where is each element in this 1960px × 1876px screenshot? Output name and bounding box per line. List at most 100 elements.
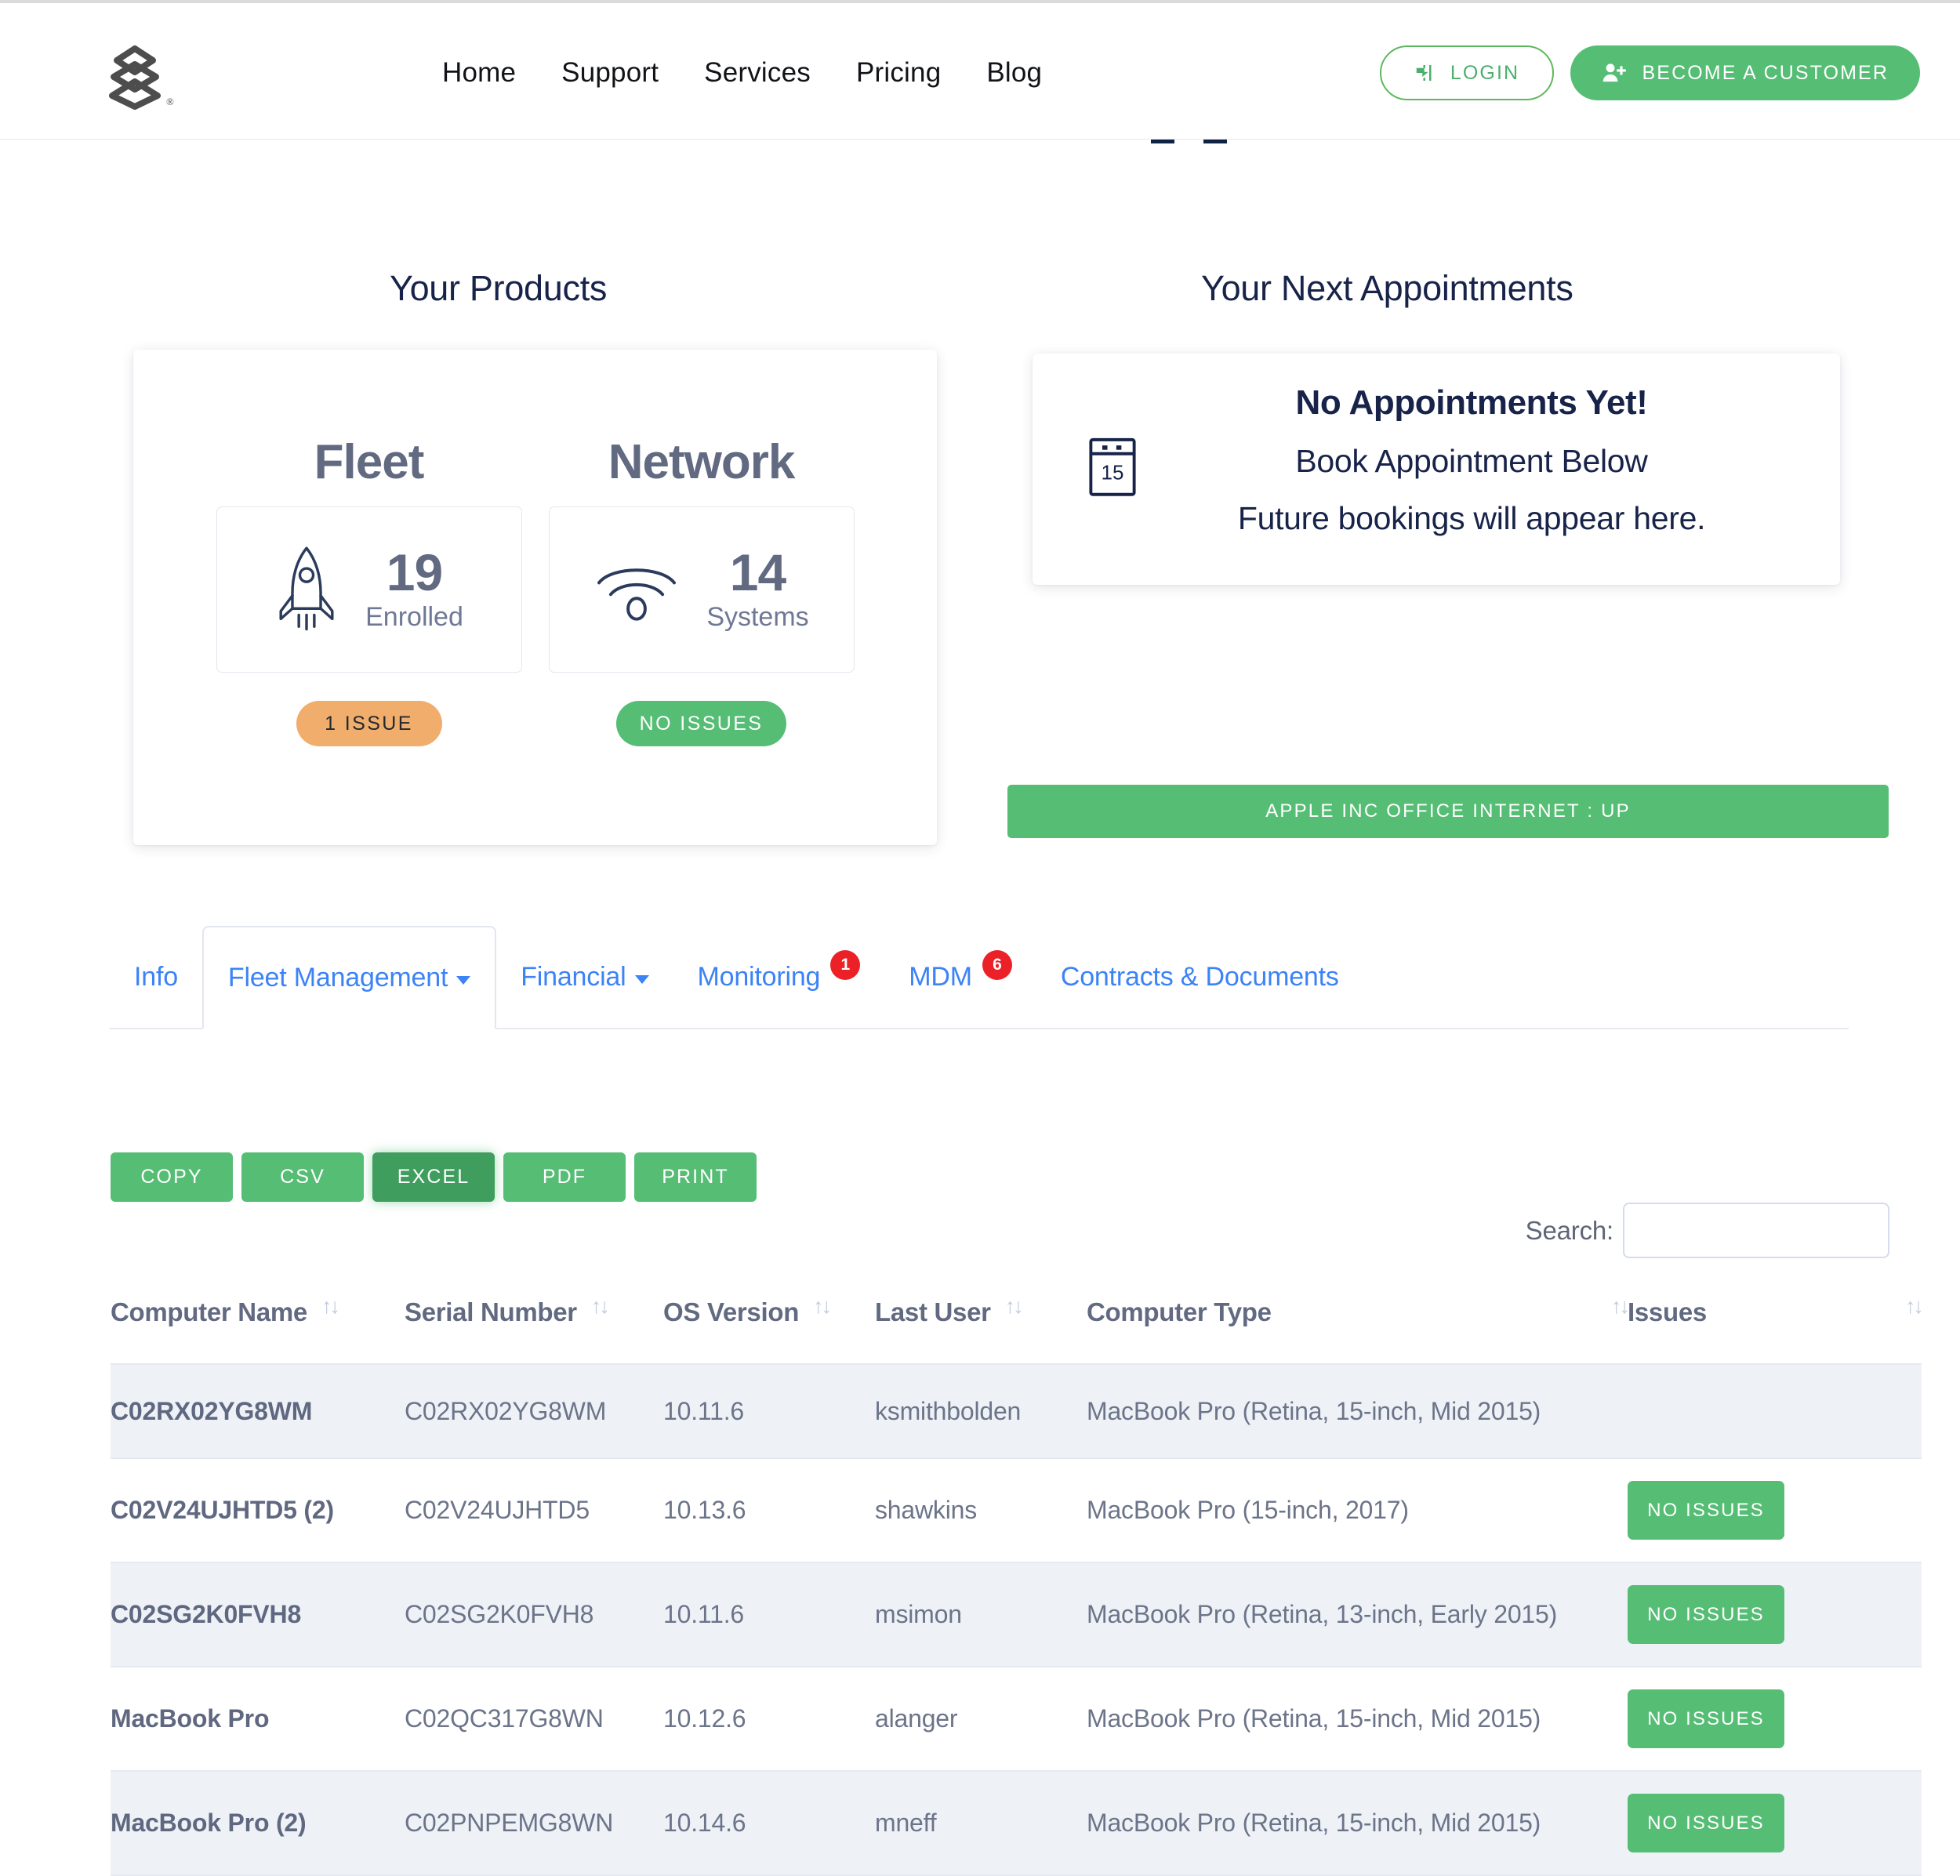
nav-link-pricing[interactable]: Pricing [833, 57, 964, 89]
tab-info[interactable]: Info [110, 926, 202, 1028]
product-metric-box-fleet: 19 Enrolled [216, 506, 522, 673]
your-next-appointments-heading: Your Next Appointments [1201, 268, 1573, 308]
cell-os-version: 10.13.6 [663, 1458, 875, 1563]
col-header-os-version-label: OS Version [663, 1297, 800, 1326]
book-appointment-line: Book Appointment Below [1295, 443, 1648, 479]
chevron-down-icon [634, 974, 649, 984]
product-metric-box-network: 14 Systems [548, 506, 855, 673]
cell-last-user: ksmithbolden [875, 1364, 1087, 1459]
tab-mdm-label: MDM [909, 961, 972, 992]
wifi-icon [593, 554, 680, 626]
table-search: Search: [1526, 1203, 1889, 1258]
col-header-computer-type[interactable]: Computer Type ↑↓ [1087, 1283, 1630, 1365]
no-issues-badge[interactable]: NO ISSUES [1628, 1794, 1784, 1852]
table-row[interactable]: C02V24UJHTD5 (2) C02V24UJHTD5 10.13.6 sh… [111, 1458, 1922, 1563]
cell-computer-name: MacBook Pro [111, 1667, 405, 1772]
col-header-last-user[interactable]: Last User ↑↓ [875, 1283, 1087, 1365]
become-a-customer-button[interactable]: BECOME A CUSTOMER [1570, 45, 1920, 100]
cell-serial-number: C02RX02YG8WM [405, 1364, 663, 1459]
nav-link-home[interactable]: Home [419, 57, 539, 89]
no-issues-badge[interactable]: NO ISSUES [1628, 1585, 1784, 1644]
excel-button[interactable]: EXCEL [372, 1152, 495, 1202]
table-row[interactable]: C02RX02YG8WM C02RX02YG8WM 10.11.6 ksmith… [111, 1364, 1922, 1459]
product-metrics-network: 14 Systems [706, 546, 808, 632]
fleet-table-head: Computer Name ↑↓ Serial Number ↑↓ OS Versi… [111, 1283, 1924, 1365]
sort-arrows-icon: ↑↓ [1611, 1294, 1630, 1318]
cell-issues: NO ISSUES [1628, 1771, 1922, 1876]
col-header-os-version[interactable]: OS Version ↑↓ [663, 1283, 875, 1365]
cell-os-version: 10.12.6 [663, 1667, 875, 1772]
calendar-icon: 15 [1088, 436, 1137, 501]
col-header-computer-name[interactable]: Computer Name ↑↓ [111, 1283, 405, 1365]
cell-computer-name: C02SG2K0FVH8 [111, 1562, 405, 1667]
cell-computer-name: C02V24UJHTD5 (2) [111, 1458, 405, 1563]
no-issues-badge[interactable]: NO ISSUES [1628, 1481, 1784, 1540]
cell-last-user: alanger [875, 1667, 1087, 1772]
appointments-card: 15 No Appointments Yet! Book Appointment… [1033, 354, 1840, 585]
nav-link-services[interactable]: Services [681, 57, 833, 89]
chevron-down-icon [456, 975, 471, 985]
product-column-network: Network 14 Systems NO ISSUES [548, 434, 855, 746]
col-header-serial-number-label: Serial Number [405, 1297, 577, 1326]
appointments-empty-state: No Appointments Yet! Book Appointment Be… [1158, 383, 1785, 537]
login-button[interactable]: LOGIN [1379, 45, 1554, 100]
login-button-label: LOGIN [1450, 61, 1520, 84]
col-header-issues-label: Issues [1628, 1297, 1707, 1326]
cell-issues: NO ISSUES [1628, 1458, 1922, 1563]
sort-arrows-icon: ↑↓ [1905, 1294, 1924, 1318]
product-column-fleet: Fleet 19 Enrolled 1 ISSUE [216, 434, 522, 746]
calendar-day-number: 15 [1102, 460, 1124, 484]
col-header-computer-name-label: Computer Name [111, 1297, 307, 1326]
sort-arrows-icon: ↑↓ [1004, 1294, 1024, 1318]
cell-os-version: 10.11.6 [663, 1562, 875, 1667]
future-bookings-line: Future bookings will appear here. [1237, 500, 1706, 536]
content-tabs: Info Fleet Management Financial Monitori… [110, 926, 1849, 1029]
product-metrics-fleet: 19 Enrolled [365, 546, 463, 632]
fleet-status-pill[interactable]: 1 ISSUE [296, 701, 442, 746]
cell-issues: NO ISSUES [1628, 1667, 1922, 1772]
tab-monitoring[interactable]: Monitoring 1 [673, 926, 885, 1028]
table-row[interactable]: MacBook Pro (2) C02PNPEMG8WN 10.14.6 mne… [111, 1771, 1922, 1876]
your-products-heading: Your Products [390, 268, 608, 308]
csv-button[interactable]: CSV [241, 1152, 364, 1202]
network-status-pill[interactable]: NO ISSUES [615, 701, 787, 746]
fleet-table-body: C02RX02YG8WM C02RX02YG8WM 10.11.6 ksmith… [111, 1364, 1922, 1876]
tab-monitoring-badge: 1 [830, 950, 861, 980]
cell-last-user: mneff [875, 1771, 1087, 1876]
internet-status-bar[interactable]: APPLE INC OFFICE INTERNET : UP [1007, 785, 1889, 838]
tab-financial[interactable]: Financial [496, 926, 673, 1028]
tab-mdm[interactable]: MDM 6 [884, 926, 1036, 1028]
col-header-issues[interactable]: Issues ↑↓ [1628, 1283, 1924, 1365]
nav-link-support[interactable]: Support [539, 57, 681, 89]
cell-computer-type: MacBook Pro (Retina, 15-inch, Mid 2015) [1087, 1364, 1628, 1459]
nav-link-blog[interactable]: Blog [964, 57, 1065, 89]
table-row[interactable]: MacBook Pro C02QC317G8WN 10.12.6 alanger… [111, 1667, 1922, 1772]
search-label: Search: [1525, 1215, 1614, 1245]
product-unit-network: Systems [706, 601, 809, 632]
search-input[interactable] [1623, 1203, 1889, 1258]
fleet-table: Computer Name ↑↓ Serial Number ↑↓ OS Versi… [111, 1283, 1924, 1876]
table-row[interactable]: C02SG2K0FVH8 C02SG2K0FVH8 10.11.6 msimon… [111, 1562, 1922, 1667]
print-button[interactable]: PRINT [634, 1152, 757, 1202]
tab-monitoring-label: Monitoring [697, 961, 821, 992]
layers-logo-icon: ® [109, 45, 174, 110]
cell-computer-type: MacBook Pro (Retina, 13-inch, Early 2015… [1087, 1562, 1628, 1667]
company-logo[interactable]: ® [103, 41, 197, 110]
col-header-serial-number[interactable]: Serial Number ↑↓ [405, 1283, 663, 1365]
become-a-customer-label: BECOME A CUSTOMER [1642, 61, 1889, 84]
tab-fleet-management[interactable]: Fleet Management [201, 926, 497, 1029]
cell-os-version: 10.14.6 [663, 1771, 875, 1876]
tab-contracts-and-documents[interactable]: Contracts & Documents [1036, 926, 1363, 1028]
col-header-last-user-label: Last User [875, 1297, 991, 1326]
no-issues-badge[interactable]: NO ISSUES [1628, 1689, 1784, 1748]
export-button-group: COPY CSV EXCEL PDF PRINT [111, 1152, 757, 1202]
pdf-button[interactable]: PDF [503, 1152, 626, 1202]
cell-last-user: shawkins [875, 1458, 1087, 1563]
col-header-computer-type-label: Computer Type [1087, 1297, 1272, 1326]
svg-text:®: ® [166, 96, 174, 107]
no-appointments-title: No Appointments Yet! [1295, 383, 1648, 422]
primary-nav-links: Home Support Services Pricing Blog [419, 3, 1065, 143]
copy-button[interactable]: COPY [111, 1152, 233, 1202]
sign-in-icon [1416, 65, 1432, 81]
tab-mdm-badge: 6 [982, 950, 1012, 980]
